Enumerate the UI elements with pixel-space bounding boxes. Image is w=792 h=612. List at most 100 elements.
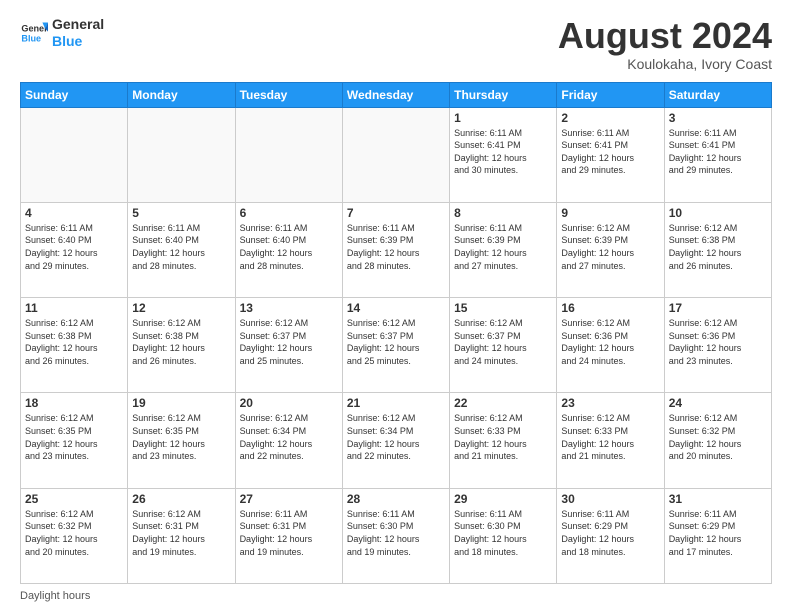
day-number: 11 xyxy=(25,301,123,315)
calendar-week-row: 1Sunrise: 6:11 AM Sunset: 6:41 PM Daylig… xyxy=(21,107,772,202)
day-info: Sunrise: 6:11 AM Sunset: 6:40 PM Dayligh… xyxy=(240,222,338,272)
day-info: Sunrise: 6:12 AM Sunset: 6:36 PM Dayligh… xyxy=(561,317,659,367)
calendar-cell: 25 Sunrise: 6:12 AM Sunset: 6:32 PM Dayli… xyxy=(21,488,128,583)
day-info: Sunrise: 6:11 AM Sunset: 6:29 PM Dayligh… xyxy=(561,508,659,558)
calendar-cell: 27 Sunrise: 6:11 AM Sunset: 6:31 PM Dayli… xyxy=(235,488,342,583)
calendar-week-row: 18 Sunrise: 6:12 AM Sunset: 6:35 PM Dayli… xyxy=(21,393,772,488)
calendar-cell: 2Sunrise: 6:11 AM Sunset: 6:41 PM Daylig… xyxy=(557,107,664,202)
day-info: Sunrise: 6:12 AM Sunset: 6:34 PM Dayligh… xyxy=(347,412,445,462)
header: General Blue General Blue August 2024 Ko… xyxy=(20,16,772,72)
calendar-cell: 20Sunrise: 6:12 AM Sunset: 6:34 PM Dayli… xyxy=(235,393,342,488)
day-info: Sunrise: 6:11 AM Sunset: 6:31 PM Dayligh… xyxy=(240,508,338,558)
calendar-cell: 3 Sunrise: 6:11 AM Sunset: 6:41 PM Daylig… xyxy=(664,107,771,202)
calendar-cell: 30 Sunrise: 6:11 AM Sunset: 6:29 PM Dayli… xyxy=(557,488,664,583)
day-info: Sunrise: 6:11 AM Sunset: 6:40 PM Dayligh… xyxy=(25,222,123,272)
calendar-cell: 16Sunrise: 6:12 AM Sunset: 6:36 PM Dayli… xyxy=(557,298,664,393)
day-info: Sunrise: 6:12 AM Sunset: 6:33 PM Dayligh… xyxy=(561,412,659,462)
calendar-cell xyxy=(342,107,449,202)
calendar-cell xyxy=(128,107,235,202)
subtitle: Koulokaha, Ivory Coast xyxy=(558,56,772,72)
day-info: Sunrise: 6:12 AM Sunset: 6:32 PM Dayligh… xyxy=(25,508,123,558)
day-info: Sunrise: 6:11 AM Sunset: 6:29 PM Dayligh… xyxy=(669,508,767,558)
day-info: Sunrise: 6:12 AM Sunset: 6:32 PM Dayligh… xyxy=(669,412,767,462)
day-number: 28 xyxy=(347,492,445,506)
calendar-cell: 31 Sunrise: 6:11 AM Sunset: 6:29 PM Dayli… xyxy=(664,488,771,583)
calendar-day-header: Saturday xyxy=(664,82,771,107)
day-info: Sunrise: 6:12 AM Sunset: 6:37 PM Dayligh… xyxy=(454,317,552,367)
day-number: 21 xyxy=(347,396,445,410)
day-number: 13 xyxy=(240,301,338,315)
day-number: 23 xyxy=(561,396,659,410)
day-info: Sunrise: 6:12 AM Sunset: 6:38 PM Dayligh… xyxy=(669,222,767,272)
calendar-cell xyxy=(21,107,128,202)
day-info: Sunrise: 6:12 AM Sunset: 6:35 PM Dayligh… xyxy=(132,412,230,462)
calendar-cell: 23 Sunrise: 6:12 AM Sunset: 6:33 PM Dayli… xyxy=(557,393,664,488)
calendar-cell: 26Sunrise: 6:12 AM Sunset: 6:31 PM Dayli… xyxy=(128,488,235,583)
calendar-cell: 22 Sunrise: 6:12 AM Sunset: 6:33 PM Dayli… xyxy=(450,393,557,488)
page: General Blue General Blue August 2024 Ko… xyxy=(0,0,792,612)
calendar-table: SundayMondayTuesdayWednesdayThursdayFrid… xyxy=(20,82,772,584)
day-info: Sunrise: 6:12 AM Sunset: 6:38 PM Dayligh… xyxy=(25,317,123,367)
day-number: 5 xyxy=(132,206,230,220)
calendar-cell: 10 Sunrise: 6:12 AM Sunset: 6:38 PM Dayli… xyxy=(664,202,771,297)
day-info: Sunrise: 6:12 AM Sunset: 6:34 PM Dayligh… xyxy=(240,412,338,462)
day-number: 10 xyxy=(669,206,767,220)
day-number: 9 xyxy=(561,206,659,220)
day-number: 3 xyxy=(669,111,767,125)
calendar-cell: 7 Sunrise: 6:11 AM Sunset: 6:39 PM Daylig… xyxy=(342,202,449,297)
day-info: Sunrise: 6:11 AM Sunset: 6:30 PM Dayligh… xyxy=(454,508,552,558)
day-number: 25 xyxy=(25,492,123,506)
calendar-day-header: Thursday xyxy=(450,82,557,107)
day-info: Sunrise: 6:12 AM Sunset: 6:39 PM Dayligh… xyxy=(561,222,659,272)
logo-icon: General Blue xyxy=(20,19,48,47)
calendar-day-header: Tuesday xyxy=(235,82,342,107)
calendar-cell: 12 Sunrise: 6:12 AM Sunset: 6:38 PM Dayli… xyxy=(128,298,235,393)
day-number: 30 xyxy=(561,492,659,506)
day-number: 17 xyxy=(669,301,767,315)
day-info: Sunrise: 6:12 AM Sunset: 6:33 PM Dayligh… xyxy=(454,412,552,462)
day-number: 18 xyxy=(25,396,123,410)
day-info: Sunrise: 6:12 AM Sunset: 6:38 PM Dayligh… xyxy=(132,317,230,367)
day-info: Sunrise: 6:11 AM Sunset: 6:41 PM Dayligh… xyxy=(669,127,767,177)
calendar-cell: 13Sunrise: 6:12 AM Sunset: 6:37 PM Dayli… xyxy=(235,298,342,393)
footer-label: Daylight hours xyxy=(20,590,90,602)
main-title: August 2024 xyxy=(558,16,772,56)
day-number: 7 xyxy=(347,206,445,220)
calendar-week-row: 25 Sunrise: 6:12 AM Sunset: 6:32 PM Dayli… xyxy=(21,488,772,583)
calendar-cell: 4 Sunrise: 6:11 AM Sunset: 6:40 PM Daylig… xyxy=(21,202,128,297)
calendar-cell: 9 Sunrise: 6:12 AM Sunset: 6:39 PM Daylig… xyxy=(557,202,664,297)
day-number: 22 xyxy=(454,396,552,410)
calendar-cell: 8Sunrise: 6:11 AM Sunset: 6:39 PM Daylig… xyxy=(450,202,557,297)
day-number: 27 xyxy=(240,492,338,506)
calendar-cell xyxy=(235,107,342,202)
calendar-cell: 18 Sunrise: 6:12 AM Sunset: 6:35 PM Dayli… xyxy=(21,393,128,488)
day-number: 8 xyxy=(454,206,552,220)
calendar-cell: 15 Sunrise: 6:12 AM Sunset: 6:37 PM Dayli… xyxy=(450,298,557,393)
day-number: 12 xyxy=(132,301,230,315)
day-info: Sunrise: 6:11 AM Sunset: 6:40 PM Dayligh… xyxy=(132,222,230,272)
calendar-cell: 17 Sunrise: 6:12 AM Sunset: 6:36 PM Dayli… xyxy=(664,298,771,393)
calendar-day-header: Sunday xyxy=(21,82,128,107)
calendar-header-row: SundayMondayTuesdayWednesdayThursdayFrid… xyxy=(21,82,772,107)
day-number: 29 xyxy=(454,492,552,506)
day-info: Sunrise: 6:11 AM Sunset: 6:41 PM Dayligh… xyxy=(454,127,552,177)
title-block: August 2024 Koulokaha, Ivory Coast xyxy=(558,16,772,72)
logo-line2: Blue xyxy=(52,33,104,50)
day-info: Sunrise: 6:11 AM Sunset: 6:39 PM Dayligh… xyxy=(347,222,445,272)
day-number: 4 xyxy=(25,206,123,220)
calendar-day-header: Friday xyxy=(557,82,664,107)
calendar-cell: 28Sunrise: 6:11 AM Sunset: 6:30 PM Dayli… xyxy=(342,488,449,583)
day-number: 6 xyxy=(240,206,338,220)
calendar-cell: 1Sunrise: 6:11 AM Sunset: 6:41 PM Daylig… xyxy=(450,107,557,202)
calendar-cell: 14Sunrise: 6:12 AM Sunset: 6:37 PM Dayli… xyxy=(342,298,449,393)
day-info: Sunrise: 6:11 AM Sunset: 6:41 PM Dayligh… xyxy=(561,127,659,177)
logo-line1: General xyxy=(52,16,104,33)
day-info: Sunrise: 6:12 AM Sunset: 6:31 PM Dayligh… xyxy=(132,508,230,558)
day-info: Sunrise: 6:12 AM Sunset: 6:36 PM Dayligh… xyxy=(669,317,767,367)
calendar-cell: 19Sunrise: 6:12 AM Sunset: 6:35 PM Dayli… xyxy=(128,393,235,488)
day-info: Sunrise: 6:12 AM Sunset: 6:35 PM Dayligh… xyxy=(25,412,123,462)
day-number: 31 xyxy=(669,492,767,506)
svg-text:Blue: Blue xyxy=(21,33,41,43)
calendar-cell: 24Sunrise: 6:12 AM Sunset: 6:32 PM Dayli… xyxy=(664,393,771,488)
day-number: 15 xyxy=(454,301,552,315)
